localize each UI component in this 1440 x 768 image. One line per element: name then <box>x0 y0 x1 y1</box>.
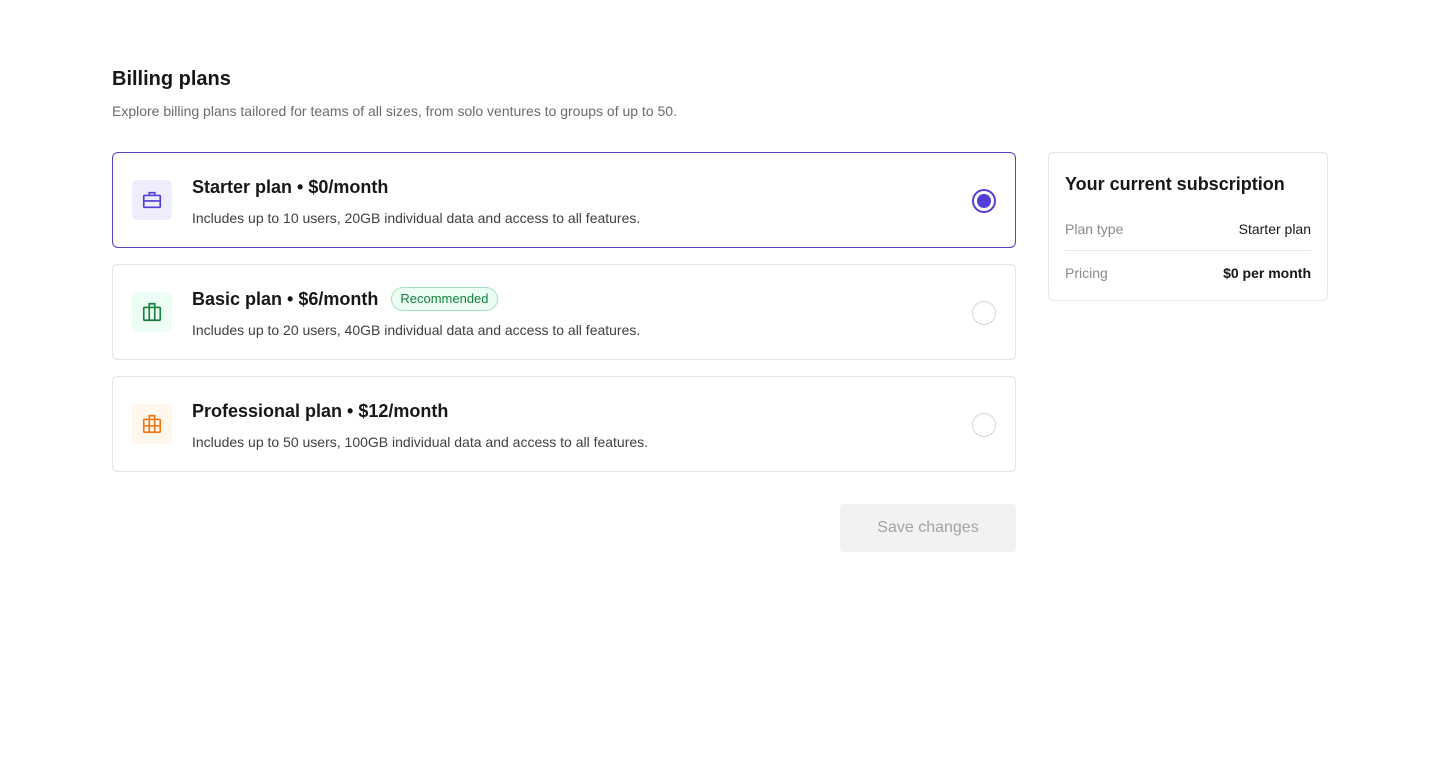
plan-radio-basic[interactable] <box>972 301 996 325</box>
plan-description: Includes up to 20 users, 40GB individual… <box>192 322 641 338</box>
plan-title: Starter plan • $0/month <box>192 175 388 199</box>
subscription-label: Plan type <box>1065 220 1124 237</box>
subscription-title: Your current subscription <box>1065 174 1285 194</box>
building-icon <box>132 404 172 444</box>
page-header: Billing plans Explore billing plans tail… <box>112 66 1016 121</box>
plan-radio-starter[interactable] <box>972 189 996 213</box>
subscription-row-pricing: Pricing $0 per month <box>1065 251 1311 295</box>
plan-title: Professional plan • $12/month <box>192 399 448 423</box>
plan-title-text: Basic plan • $6/month <box>192 289 379 309</box>
luggage-icon <box>132 292 172 332</box>
briefcase-icon <box>132 180 172 220</box>
page-subtitle: Explore billing plans tailored for teams… <box>112 103 677 119</box>
billing-page: Billing plans Explore billing plans tail… <box>0 0 1440 768</box>
plan-title-text: Starter plan • $0/month <box>192 177 389 197</box>
save-changes-button[interactable]: Save changes <box>840 504 1016 552</box>
plan-option-basic[interactable]: Basic plan • $6/month Recommended Includ… <box>112 264 1016 360</box>
subscription-value: Starter plan <box>1238 220 1311 237</box>
plan-title-text: Professional plan • $12/month <box>192 401 449 421</box>
plan-list: Starter plan • $0/month Includes up to 1… <box>112 152 1016 488</box>
subscription-row-plan-type: Plan type Starter plan <box>1065 207 1311 251</box>
recommended-badge: Recommended <box>391 287 498 311</box>
current-subscription-card: Your current subscription Plan type Star… <box>1048 152 1328 301</box>
plan-option-starter[interactable]: Starter plan • $0/month Includes up to 1… <box>112 152 1016 248</box>
plan-radio-professional[interactable] <box>972 413 996 437</box>
plan-option-professional[interactable]: Professional plan • $12/month Includes u… <box>112 376 1016 472</box>
subscription-value: $0 per month <box>1223 265 1311 281</box>
plan-description: Includes up to 10 users, 20GB individual… <box>192 210 641 226</box>
page-title: Billing plans <box>112 68 231 90</box>
plan-description: Includes up to 50 users, 100GB individua… <box>192 434 649 450</box>
subscription-label: Pricing <box>1065 265 1108 281</box>
plan-title: Basic plan • $6/month Recommended <box>192 287 498 311</box>
